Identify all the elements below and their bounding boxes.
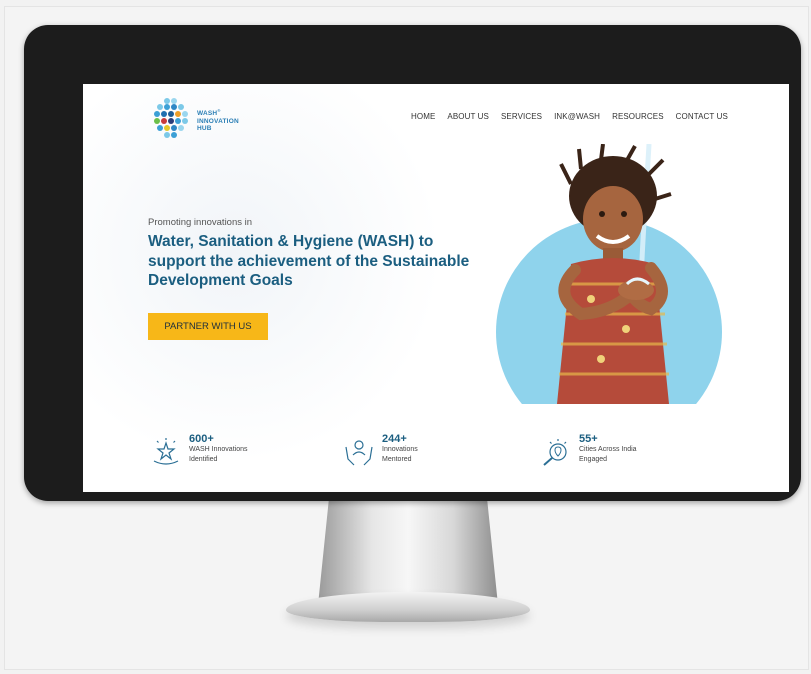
- partner-with-us-button[interactable]: PARTNER WITH US: [148, 313, 268, 340]
- stat-innovations-identified: 600+ WASH Innovations Identified: [151, 433, 249, 467]
- stat-label: Cities Across India Engaged: [579, 446, 637, 463]
- stat-innovations-mentored: 244+ Innovations Mentored: [344, 433, 442, 467]
- nav-home[interactable]: HOME: [411, 112, 435, 121]
- logo-dots-icon: [154, 98, 188, 138]
- nav-services[interactable]: SERVICES: [501, 112, 542, 121]
- search-location-icon: [543, 439, 567, 466]
- nav-resources[interactable]: RESOURCES: [612, 112, 664, 121]
- stat-label: Innovations Mentored: [382, 446, 418, 463]
- monitor-stand-base: [286, 592, 530, 622]
- stat-number: 244+: [382, 433, 407, 445]
- stat-number: 600+: [189, 433, 214, 445]
- monitor-bezel: WASH® INNOVATION HUB HOME ABOUT US SERVI…: [24, 25, 801, 501]
- logo-line-1: WASH: [197, 110, 218, 118]
- logo-line-3: HUB: [197, 125, 212, 133]
- logo-registered-mark: ®: [217, 108, 221, 113]
- nav-ink-at-wash[interactable]: INK@WASH: [554, 112, 600, 121]
- hero-pre-heading: Promoting innovations in: [148, 217, 253, 228]
- child-with-water-illustration: [557, 144, 672, 404]
- monitor-stand-neck: [318, 500, 498, 605]
- mentor-hands-icon: [345, 440, 373, 466]
- website-screen: WASH® INNOVATION HUB HOME ABOUT US SERVI…: [83, 84, 789, 492]
- stat-number: 55+: [579, 433, 598, 445]
- nav-about-us[interactable]: ABOUT US: [447, 112, 489, 121]
- logo-line-2: INNOVATION: [197, 117, 239, 125]
- site-logo[interactable]: WASH® INNOVATION HUB: [153, 97, 263, 142]
- stat-label: WASH Innovations Identified: [189, 446, 248, 463]
- star-hand-icon: [153, 438, 179, 465]
- logo-wordmark: WASH® INNOVATION HUB: [197, 107, 239, 133]
- main-navigation: HOME ABOUT US SERVICES INK@WASH RESOURCE…: [411, 112, 728, 121]
- stat-cities-engaged: 55+ Cities Across India Engaged: [541, 433, 639, 467]
- nav-contact-us[interactable]: CONTACT US: [676, 112, 728, 121]
- hero-headline: Water, Sanitation & Hygiene (WASH) to su…: [148, 233, 470, 289]
